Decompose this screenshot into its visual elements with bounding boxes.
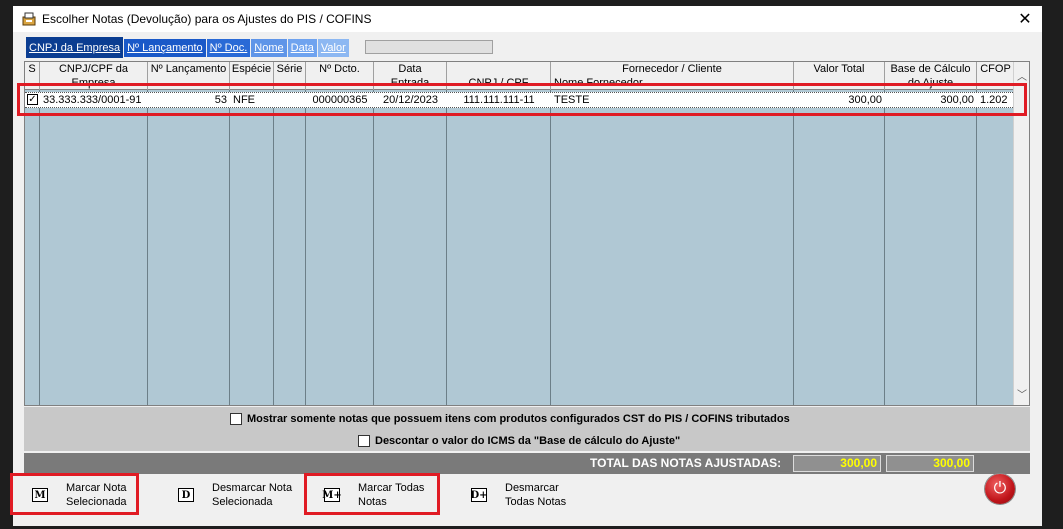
power-icon: ⏻ (993, 480, 1007, 497)
title-bar: Escolher Notas (Devolução) para os Ajust… (13, 6, 1042, 32)
unmark-icon: D (178, 488, 194, 502)
scroll-down-icon[interactable]: ﹀ (1017, 386, 1027, 401)
close-icon: ✕ (1018, 11, 1032, 28)
sort-tabs: CNPJ da Empresa Nº Lançamento Nº Doc. No… (26, 37, 349, 58)
marcar-todas-highlight (304, 473, 440, 515)
app-icon (21, 11, 37, 27)
desmarcar-nota-button[interactable]: D Desmarcar Nota Selecionada (178, 481, 292, 509)
totals-label: TOTAL DAS NOTAS AJUSTADAS: (590, 456, 782, 470)
marcar-nota-highlight (10, 473, 139, 515)
options-panel: Mostrar somente notas que possuem itens … (24, 407, 1030, 451)
desmarcar-todas-label-1: Desmarcar (505, 482, 559, 494)
option-cst-label: Mostrar somente notas que possuem itens … (247, 413, 790, 425)
totals-bar: TOTAL DAS NOTAS AJUSTADAS: 300,00 300,00 (24, 453, 1030, 474)
row-highlight-box (17, 83, 1027, 116)
total-valor: 300,00 (793, 455, 881, 472)
option-icms-label: Descontar o valor do ICMS da "Base de cá… (375, 435, 681, 447)
option-icms-checkbox[interactable] (358, 435, 370, 447)
exit-button[interactable]: ⏻ (985, 474, 1015, 504)
option-cst-filter[interactable]: Mostrar somente notas que possuem itens … (230, 413, 790, 425)
tab-lancamento[interactable]: Nº Lançamento (124, 39, 206, 57)
tab-nome[interactable]: Nome (251, 39, 287, 57)
tab-valor[interactable]: Valor (317, 39, 349, 57)
unmark-all-icon: D+ (470, 488, 488, 502)
search-input[interactable] (365, 40, 493, 54)
total-base-calculo: 300,00 (886, 455, 974, 472)
tab-documento[interactable]: Nº Doc. (206, 39, 251, 57)
close-button[interactable]: ✕ (1016, 10, 1034, 28)
option-cst-checkbox[interactable] (230, 413, 242, 425)
window-title: Escolher Notas (Devolução) para os Ajust… (42, 12, 372, 26)
desmarcar-todas-label-2: Todas Notas (505, 496, 567, 508)
scroll-up-icon[interactable]: ︿ (1017, 68, 1027, 83)
dialog-window: Escolher Notas (Devolução) para os Ajust… (13, 6, 1042, 526)
desmarcar-nota-label-1: Desmarcar Nota (212, 482, 293, 494)
option-icms[interactable]: Descontar o valor do ICMS da "Base de cá… (358, 435, 680, 447)
tab-cnpj-empresa[interactable]: CNPJ da Empresa (26, 37, 124, 58)
tab-data[interactable]: Data (287, 39, 317, 57)
desmarcar-nota-label-2: Selecionada (212, 496, 273, 508)
desmarcar-todas-button[interactable]: D+ Desmarcar Todas Notas (470, 481, 567, 509)
